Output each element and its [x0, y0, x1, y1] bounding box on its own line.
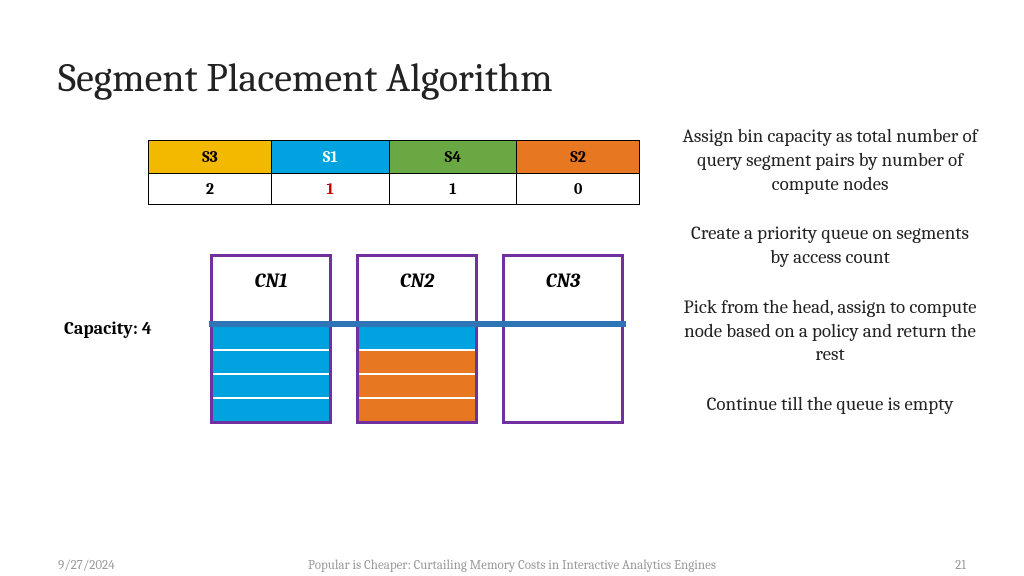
bullet-2: Create a priority queue on segments by a…	[680, 222, 980, 270]
segment-value-2: 1	[389, 174, 517, 205]
connector-bar	[209, 321, 626, 327]
compute-node-area: CN1 CN2 CN3	[210, 254, 630, 434]
compute-node-2-slots	[359, 325, 475, 421]
compute-node-1-label: CN1	[213, 257, 329, 292]
slot	[213, 349, 329, 373]
bullet-3: Pick from the head, assign to compute no…	[680, 296, 980, 367]
slot	[359, 373, 475, 397]
compute-node-3: CN3	[502, 254, 624, 424]
bullet-4: Continue till the queue is empty	[680, 393, 980, 417]
compute-node-1-slots	[213, 325, 329, 421]
segment-value-row: 2 1 1 0	[149, 174, 640, 205]
segment-header-s3: S3	[149, 141, 272, 174]
segment-value-3: 0	[517, 174, 640, 205]
segment-value-1: 1	[271, 174, 389, 205]
compute-node-3-label: CN3	[505, 257, 621, 292]
slide-title: Segment Placement Algorithm	[58, 55, 553, 101]
capacity-label: Capacity: 4	[64, 318, 152, 339]
segment-header-s4: S4	[389, 141, 517, 174]
slide: Segment Placement Algorithm S3 S1 S4 S2 …	[0, 0, 1024, 576]
segment-value-0: 2	[149, 174, 272, 205]
compute-node-1: CN1	[210, 254, 332, 424]
slot	[359, 325, 475, 349]
segment-header-row: S3 S1 S4 S2	[149, 141, 640, 174]
slot	[359, 349, 475, 373]
slot	[213, 373, 329, 397]
slot	[359, 397, 475, 421]
slot	[213, 325, 329, 349]
compute-node-2: CN2	[356, 254, 478, 424]
slot	[213, 397, 329, 421]
description-text: Assign bin capacity as total number of q…	[680, 125, 980, 443]
segment-header-s2: S2	[517, 141, 640, 174]
footer-title: Popular is Cheaper: Curtailing Memory Co…	[0, 558, 1024, 573]
compute-node-2-label: CN2	[359, 257, 475, 292]
segment-header-s1: S1	[271, 141, 389, 174]
bullet-1: Assign bin capacity as total number of q…	[680, 125, 980, 196]
footer-page: 21	[955, 558, 966, 573]
segment-table: S3 S1 S4 S2 2 1 1 0	[148, 140, 640, 205]
